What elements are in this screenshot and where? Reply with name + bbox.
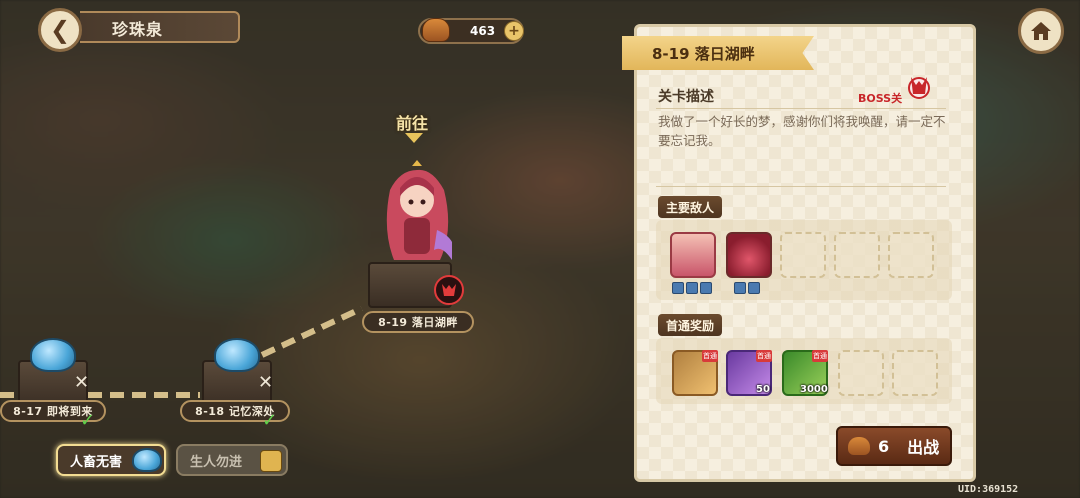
battle-cost: 6 [878,436,890,456]
stage-description: 我做了一个好长的梦，感谢你们将我唤醒，请一定不要忘记我。 [658,114,946,148]
boss-horn-icon [906,74,932,104]
first-clear-tag: 首通 [812,350,828,362]
bread-icon [422,18,450,42]
enemy-slot-boss[interactable] [670,232,716,278]
enemy-trait-icons [734,282,760,294]
cleared-check-icon: ✓ [262,410,278,431]
divider [656,108,946,109]
add-bread-button[interactable]: + [504,21,524,41]
home-button[interactable] [1018,8,1064,54]
enemy-slot-empty [780,232,826,278]
enemy-slot-empty [888,232,934,278]
slime-icon [132,448,162,472]
current-stage-label[interactable]: 8-19 落日湖畔 [362,311,474,333]
reward-qty: 50 [756,384,770,395]
cleared-swords-icon: ✕ [74,372,90,393]
first-clear-tag: 首通 [756,350,772,362]
cleared-swords-icon: ✕ [258,372,274,393]
boss-character-sprite[interactable] [382,160,452,270]
reward-slot-empty [838,350,884,396]
first-clear-tag: 首通 [702,350,718,362]
back-button[interactable]: ❮ [38,8,82,52]
rewards-title: 首通奖励 [658,314,723,336]
enemy-slot-empty [834,232,880,278]
reward-slot-empty [892,350,938,396]
mode-button-harmless[interactable]: 人畜无害 [56,444,166,476]
divider [656,186,946,187]
bread-count: 463 [470,24,496,38]
slime-sprite[interactable] [30,338,76,372]
mode-button-hardcore[interactable]: 生人勿进 [176,444,288,476]
reward-qty: 3000 [800,384,828,395]
boss-stage-tag: BOSS关 [858,92,903,105]
slime-sprite[interactable] [214,338,260,372]
enemy-slot-crab[interactable] [726,232,772,278]
boss-badge-icon [434,275,464,305]
cleared-check-icon: ✓ [80,410,96,431]
stage-title: 8-19 落日湖畔 [652,45,755,63]
user-id: UID:369152 [958,484,1019,495]
mode-label: 人畜无害 [70,454,123,470]
back-arrow-icon: ❮ [49,16,71,44]
bread-cost-icon [848,437,870,455]
battle-button[interactable]: 6 出战 [836,426,952,466]
enemy-trait-icons [672,282,712,294]
go-arrow-icon [405,133,423,143]
desc-title: 关卡描述 [658,89,714,105]
lock-icon [260,450,282,472]
battle-label: 出战 [907,438,940,457]
mode-label: 生人勿进 [190,454,243,470]
area-title: 珍珠泉 [112,20,164,39]
enemies-title: 主要敌人 [658,196,723,218]
go-label: 前往 [396,114,429,133]
home-icon [1031,22,1051,40]
